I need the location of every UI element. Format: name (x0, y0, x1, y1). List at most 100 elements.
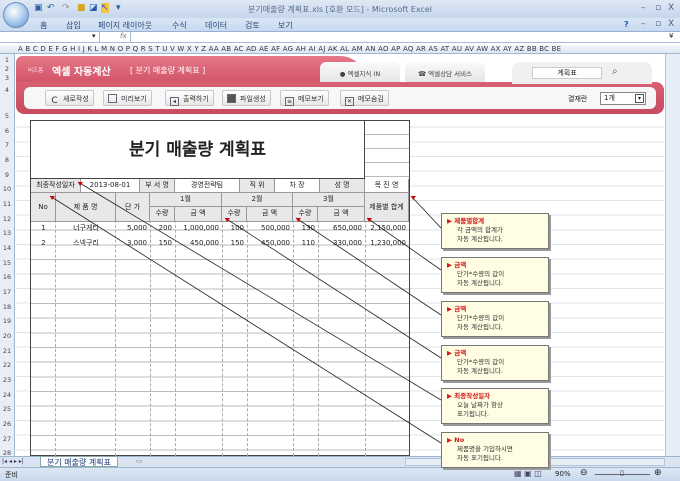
cell-q1[interactable]: 150 (150, 237, 175, 251)
row-number[interactable]: 22 (0, 361, 14, 369)
row-number[interactable]: 19 (0, 317, 14, 325)
row-number[interactable]: 21 (0, 347, 14, 355)
row-number[interactable]: 13 (0, 229, 14, 237)
save-icon[interactable]: ▣ (34, 3, 43, 13)
row-number[interactable]: 27 (0, 435, 14, 443)
row-number[interactable]: 1 (0, 56, 14, 64)
cell-a1[interactable]: 450,000 (175, 237, 222, 251)
cell-a2[interactable]: 500,000 (247, 222, 293, 236)
row-number[interactable]: 24 (0, 391, 14, 399)
print-preview-icon[interactable]: ◪ (89, 3, 98, 13)
cell-q1[interactable]: 200 (150, 222, 175, 236)
position-value[interactable]: 차 장 (275, 179, 320, 193)
zoom-level[interactable]: 90% (555, 470, 571, 478)
office-button[interactable] (3, 2, 29, 28)
approval-select[interactable]: 1개 ▾ (600, 92, 646, 105)
zoom-slider-thumb[interactable]: ▯ (620, 469, 624, 477)
tab-page-layout[interactable]: 페이지 레이아웃 (98, 20, 152, 31)
tab-formulas[interactable]: 수식 (172, 20, 187, 31)
comment-box[interactable]: ▶ 최종작성일자 오늘 날짜가 항상 표기됩니다. (441, 388, 549, 424)
hide-memo-button[interactable]: ✕ 메모숨김 (340, 90, 389, 106)
zoom-in-icon[interactable]: ⊕ (654, 468, 662, 478)
row-number[interactable]: 3 (0, 74, 14, 82)
date-value[interactable]: 2013-08-01 (81, 179, 140, 193)
customize-qat-icon[interactable]: ▾ (116, 3, 121, 13)
row-number[interactable]: 8 (0, 156, 14, 164)
cell-product[interactable]: 너구게티 (56, 222, 116, 236)
dept-value[interactable]: 경영전략팀 (175, 179, 240, 193)
new-button[interactable]: C 새로작성 (45, 90, 94, 106)
help-icon[interactable]: ? (624, 20, 629, 29)
search-icon[interactable]: ⌕ (612, 66, 618, 77)
cell-product[interactable]: 스넥구리 (56, 237, 116, 251)
cell-price[interactable]: 3,000 (116, 237, 150, 251)
show-memo-button[interactable]: ≡ 메모보기 (280, 90, 329, 106)
cell-a2[interactable]: 450,000 (247, 237, 293, 251)
row-number[interactable]: 18 (0, 303, 14, 311)
row-number[interactable]: 16 (0, 273, 14, 281)
row-number[interactable]: 7 (0, 141, 14, 149)
row-number[interactable]: 5 (0, 112, 14, 120)
fx-icon[interactable]: fx (120, 32, 127, 40)
row-number[interactable]: 11 (0, 200, 14, 208)
sheet-nav-icons[interactable]: |◂ ◂ ▸ ▸| (2, 458, 24, 465)
tab-data[interactable]: 데이터 (205, 20, 227, 31)
search-input[interactable]: 계획표 (532, 67, 602, 79)
name-value[interactable]: 목 진 영 (365, 179, 409, 193)
row-number[interactable]: 17 (0, 288, 14, 296)
print-button[interactable]: ◂ 출력하기 (165, 90, 214, 106)
expand-formula-bar-icon[interactable]: ¥ (669, 32, 673, 40)
comment-box[interactable]: ▶ 금액 단가*수량의 값이 자동 계산됩니다. (441, 301, 549, 337)
redo-icon[interactable]: ↷ (62, 3, 70, 13)
workbook-close-button[interactable]: X (668, 19, 674, 29)
comment-box[interactable]: ▶ 금액 단가*수량의 값이 자동 계산됩니다. (441, 345, 549, 381)
row-number[interactable]: 2 (0, 65, 14, 73)
insert-sheet-icon[interactable]: ▭ (136, 457, 143, 465)
preview-button[interactable]: 미리보기 (103, 90, 152, 106)
row-number[interactable]: 20 (0, 332, 14, 340)
tab-review[interactable]: 검토 (245, 20, 260, 31)
row-number[interactable]: 14 (0, 244, 14, 252)
cell-total[interactable]: 2,150,000 (365, 222, 409, 236)
cell-q2[interactable]: 100 (222, 222, 247, 236)
excel-consult-tab[interactable]: ☎ 엑셀상담 서비스 (405, 62, 485, 82)
comment-box[interactable]: ▶ 제품별합계 각 금액의 합계가 자동 계산됩니다. (441, 213, 549, 249)
tab-view[interactable]: 보기 (278, 20, 293, 31)
comment-box[interactable]: ▶ 금액 단가*수량의 값이 자동 계산됩니다. (441, 257, 549, 293)
row-number[interactable]: 10 (0, 185, 14, 193)
cell-q3[interactable]: 110 (293, 237, 318, 251)
cell-a3[interactable]: 330,000 (318, 237, 365, 251)
comment-box[interactable]: ▶ No 제품명을 기입하시면 자동 표기됩니다. (441, 432, 549, 468)
close-button[interactable]: X (668, 3, 674, 13)
name-box[interactable] (0, 32, 100, 42)
cell-a1[interactable]: 1,000,000 (175, 222, 222, 236)
tab-insert[interactable]: 삽입 (66, 20, 81, 31)
create-file-button[interactable]: 파일생성 (222, 90, 271, 106)
row-number[interactable]: 6 (0, 127, 14, 135)
undo-icon[interactable]: ↶ (47, 3, 55, 13)
row-number[interactable]: 12 (0, 215, 14, 223)
row-number[interactable]: 15 (0, 259, 14, 267)
row-number[interactable]: 23 (0, 376, 14, 384)
row-headers[interactable]: 1 2 3 4 5 6 7 8 9 10 11 12 13 14 15 16 17 18 19 20 21 22 23 24 2… (0, 54, 15, 457)
excel-knowledge-tab[interactable]: ● 엑셀지식 IN (320, 62, 400, 82)
cell-q2[interactable]: 150 (222, 237, 247, 251)
cell-price[interactable]: 5,000 (116, 222, 150, 236)
cell-no[interactable]: 2 (31, 237, 56, 251)
zoom-out-icon[interactable]: ⊖ (580, 468, 588, 478)
row-number[interactable]: 4 (0, 86, 14, 94)
column-headers[interactable]: A B C D E F G H I J K L M N O P Q R S T … (0, 45, 680, 54)
view-mode-icons[interactable]: ▦ ▣ ◫ (514, 469, 542, 478)
row-number[interactable]: 25 (0, 405, 14, 413)
sheet-tab-active[interactable]: 분기 매출량 계획표 (40, 456, 118, 467)
minimize-button[interactable]: – (641, 3, 646, 13)
tab-home[interactable]: 홈 (40, 20, 47, 31)
formula-input[interactable] (130, 32, 665, 42)
row-number[interactable]: 9 (0, 171, 14, 179)
cell-a3[interactable]: 650,000 (318, 222, 365, 236)
workbook-restore-button[interactable]: ▫ (655, 19, 661, 29)
restore-button[interactable]: ▫ (655, 3, 661, 13)
row-number[interactable]: 26 (0, 420, 14, 428)
cell-total[interactable]: 1,230,000 (365, 237, 409, 251)
cell-q3[interactable]: 130 (293, 222, 318, 236)
